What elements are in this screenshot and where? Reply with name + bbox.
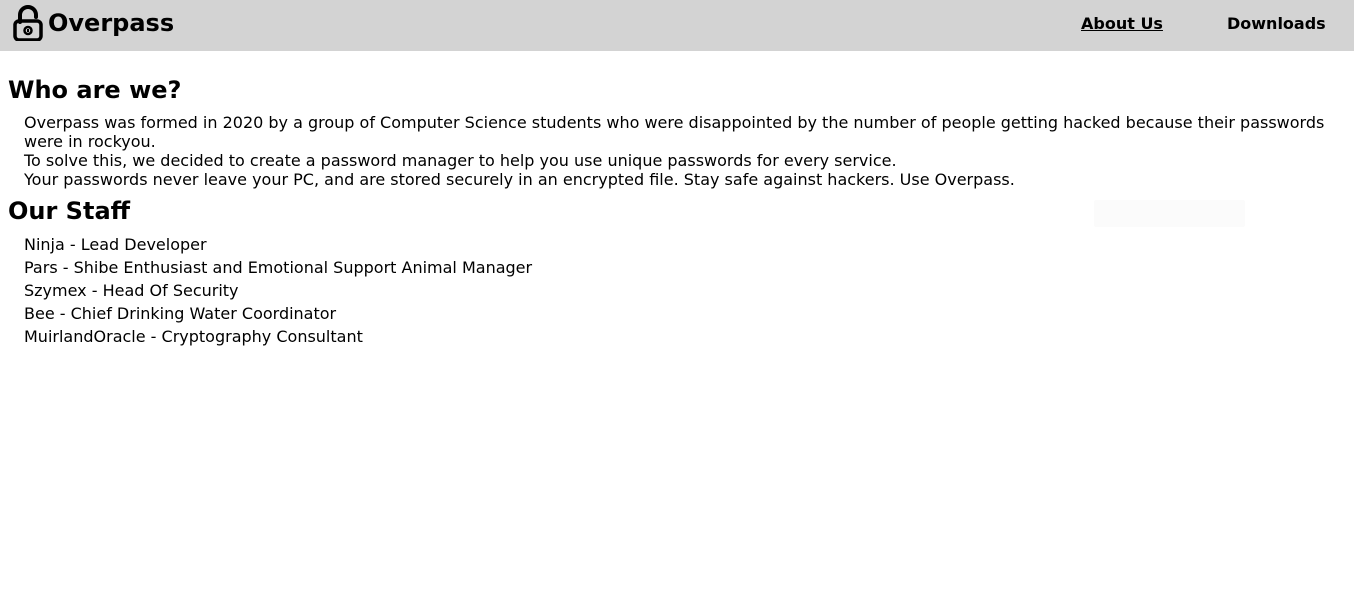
about-paragraph: Overpass was formed in 2020 by a group o… (24, 113, 1336, 189)
our-staff-heading: Our Staff (8, 197, 131, 225)
hidden-faint-element (1094, 200, 1245, 227)
top-navbar: Overpass About Us Downloads (0, 0, 1354, 51)
nav-downloads-link[interactable]: Downloads (1227, 14, 1326, 34)
staff-item: Szymex - Head Of Security (24, 281, 239, 300)
staff-item: MuirlandOracle - Cryptography Consultant (24, 327, 363, 346)
brand-link[interactable]: Overpass (13, 5, 175, 42)
nav-about-us-link[interactable]: About Us (1081, 14, 1163, 34)
staff-item: Pars - Shibe Enthusiast and Emotional Su… (24, 258, 533, 277)
staff-list: Ninja - Lead Developer Pars - Shibe Enth… (24, 233, 532, 348)
about-line: Overpass was formed in 2020 by a group o… (24, 113, 1325, 151)
padlock-icon (13, 5, 43, 42)
about-line: Your passwords never leave your PC, and … (24, 170, 1015, 189)
who-are-we-heading: Who are we? (8, 76, 182, 104)
brand-name: Overpass (48, 9, 175, 37)
about-line: To solve this, we decided to create a pa… (24, 151, 897, 170)
staff-item: Bee - Chief Drinking Water Coordinator (24, 304, 337, 323)
staff-item: Ninja - Lead Developer (24, 235, 207, 254)
